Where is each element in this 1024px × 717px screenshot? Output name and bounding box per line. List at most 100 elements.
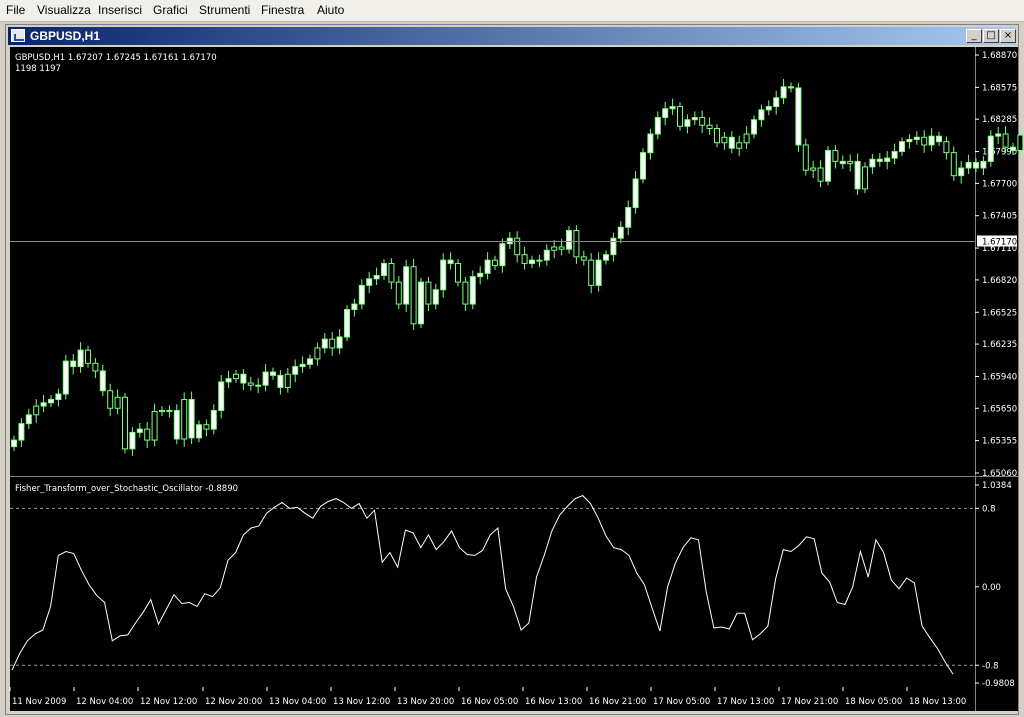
candle-body [536,259,543,262]
price-tick-label: 1.65355 [982,437,1017,447]
time-tick-label: 16 Nov 05:00 [461,697,518,707]
candle-body [321,338,328,349]
candle-body [107,390,114,409]
candle-body [329,338,336,349]
candle-body [714,128,720,144]
candle-body [196,424,202,439]
candle-body [743,133,750,144]
time-tick-label: 12 Nov 20:00 [205,697,262,707]
candle-body [358,284,365,305]
candle-body [795,87,802,146]
candle-body [40,402,47,407]
candle-body [48,398,54,404]
candle-body [751,119,757,135]
candle-body [817,167,824,182]
candle-body [706,124,713,130]
candle-body [210,409,217,430]
candle-body [92,362,99,372]
candle-body [469,276,476,305]
candle-body [403,266,410,305]
price-tick-label: 1.68285 [982,115,1017,125]
time-tick-label: 17 Nov 21:00 [781,697,838,707]
candle-body [11,439,17,448]
candle-body [188,398,195,439]
candle-body [136,428,143,433]
candle-body [551,246,558,251]
candle-body [33,405,40,416]
candle-body [1017,134,1024,151]
candle-body [906,138,913,143]
candle-body [987,135,994,162]
candle-body [18,423,25,441]
candle-body [25,414,32,425]
candle-body [344,309,350,338]
candle-body [588,259,595,286]
indicator-tick-label: 0.00 [982,583,1001,593]
candle-body [899,141,905,153]
price-tick-label: 1.65940 [982,372,1017,382]
candle-body [240,373,247,384]
candle-body [492,259,498,267]
chart-canvas[interactable]: 1.688701.685751.682851.679901.677001.674… [0,0,1024,717]
candle-body [262,371,269,386]
candle-body [936,135,942,143]
candle-body [943,141,950,154]
candle-body [277,374,284,388]
time-tick-label: 11 Nov 2009 [12,697,66,707]
candle-body [62,360,69,395]
candle-body [810,167,817,171]
time-tick-label: 12 Nov 04:00 [76,697,133,707]
candle-body [440,259,447,291]
candle-body [388,262,395,283]
candle-body [166,409,173,412]
candle-body [603,254,609,261]
candle-body [788,86,794,89]
candle-body [122,396,128,450]
candle-body [573,230,580,258]
candle-body [595,259,602,286]
price-info-line2: 1198 1197 [15,64,61,74]
candle-body [314,347,321,360]
time-tick-label: 18 Nov 05:00 [845,697,902,707]
candle-body [891,151,898,159]
candle-body [995,133,1002,137]
candle-body [625,206,632,228]
candle-body [381,262,387,277]
candle-body [129,431,136,450]
candle-body [839,160,846,165]
candle-body [173,409,180,440]
candle-body [181,398,188,440]
candle-body [410,266,417,325]
price-tick-label: 1.67700 [982,179,1017,189]
candle-body [647,133,654,154]
candle-body [721,136,728,144]
candle-body [921,136,928,146]
candle-body [773,97,780,108]
time-tick-label: 13 Nov 20:00 [397,697,454,707]
price-tick-label: 1.67405 [982,212,1017,222]
candle-body [77,349,84,368]
candle-body [928,135,935,146]
indicator-tick-label: -0.9808 [982,679,1015,689]
candle-body [558,246,565,250]
candle-body [980,160,987,169]
candle-body [854,160,861,190]
candle-body [758,109,765,121]
candle-body [580,256,587,261]
candle-body [640,152,646,180]
candle-body [973,162,979,169]
candle-body [233,373,239,380]
indicator-tick-label: -0.8 [982,661,999,671]
candle-body [299,363,306,368]
price-tick-label: 1.66235 [982,340,1017,350]
candle-body [847,160,854,165]
candle-body [965,162,972,169]
candle-body [225,378,232,383]
candle-body [1002,133,1009,148]
candle-body [950,152,957,177]
candle-body [499,243,506,267]
candle-body [270,371,276,376]
candle-body [684,119,691,127]
price-tick-label: 1.68870 [982,51,1017,61]
candle-body [913,136,920,140]
